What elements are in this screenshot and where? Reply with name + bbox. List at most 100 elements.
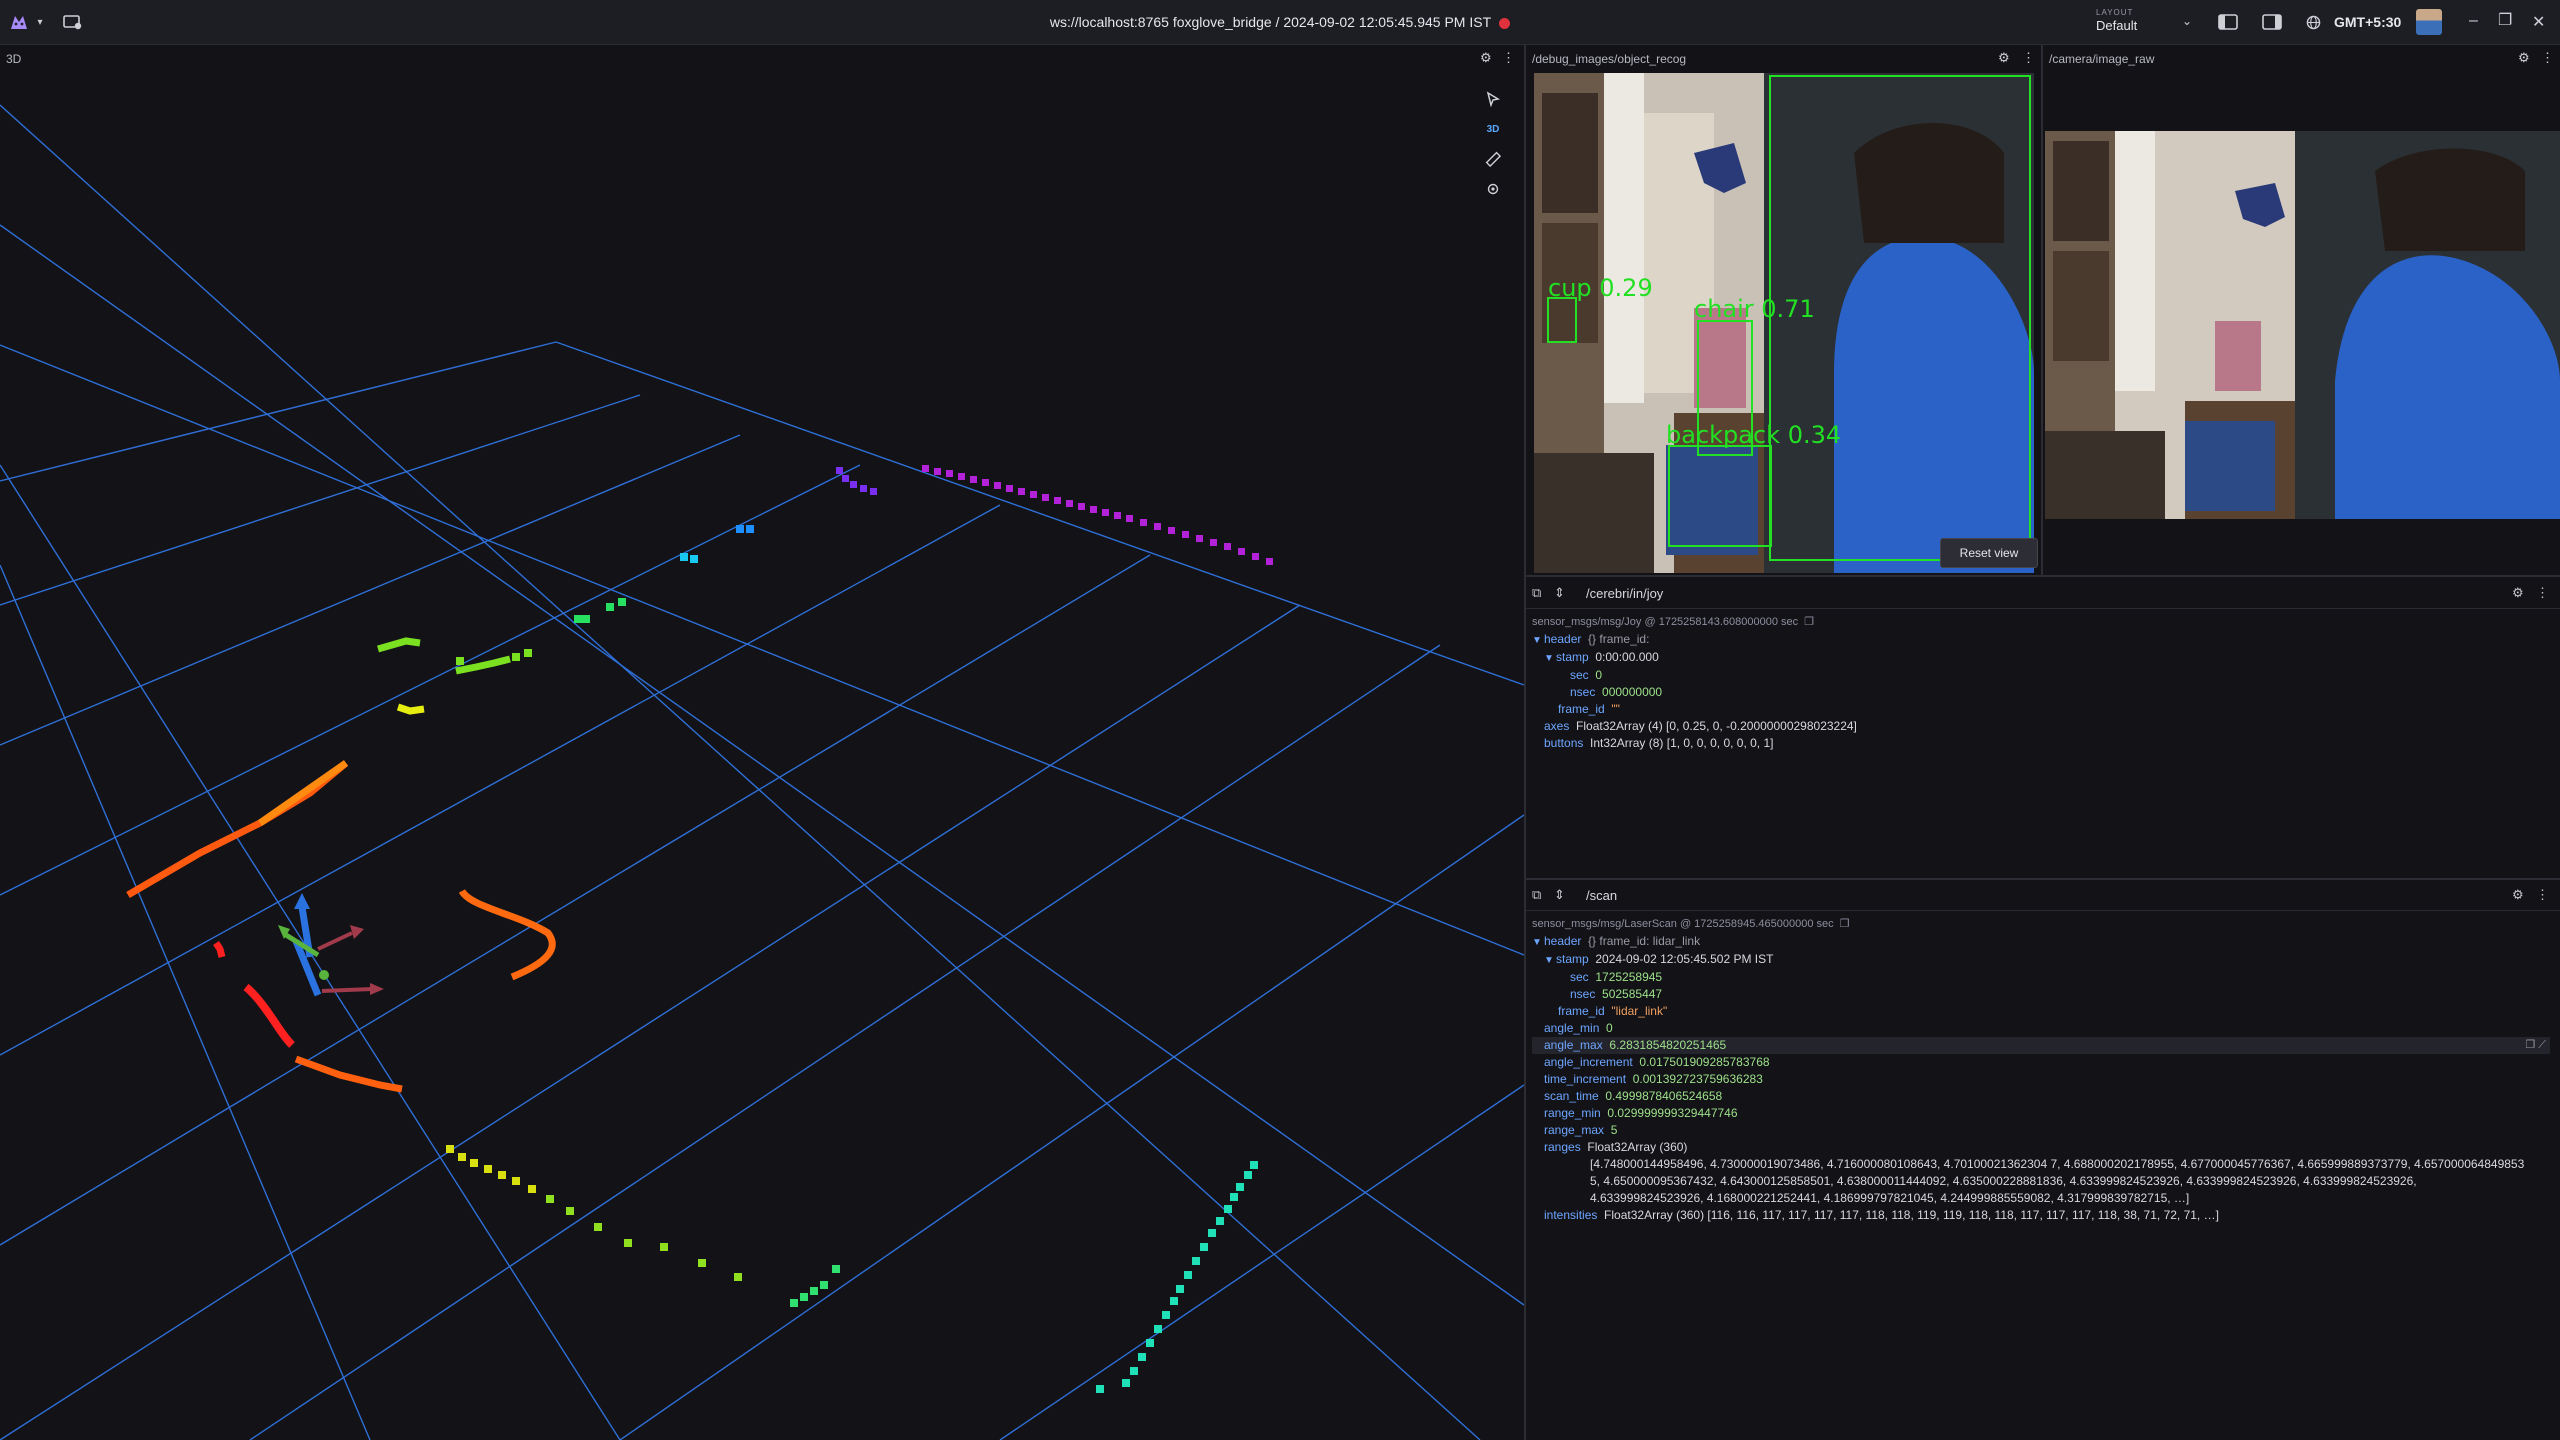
field-key: angle_increment — [1544, 1055, 1633, 1069]
toggle-3d-button[interactable]: 3D — [1478, 115, 1508, 143]
panel-header: ⧉ ⇕ /scan ⚙ ⋮ — [1526, 880, 2560, 911]
detection-label-cup: cup 0.29 — [1548, 274, 1653, 302]
chevron-down-icon[interactable]: ⌄ — [2182, 14, 2192, 28]
maximize-icon[interactable]: ❐ — [2498, 10, 2512, 30]
topic-input[interactable]: /cerebri/in/joy — [1586, 586, 1663, 601]
layout-value: Default — [2096, 18, 2138, 33]
more-vertical-icon[interactable]: ⋮ — [2536, 887, 2549, 903]
right-sidebar-icon[interactable] — [2260, 10, 2284, 34]
field-value: Float32Array (360) — [1587, 1140, 1688, 1154]
field-value: 0.029999999329447746 — [1607, 1106, 1738, 1120]
publish-point-icon[interactable] — [1478, 175, 1508, 203]
panel-header: /camera/image_raw ⚙ ⋮ — [2043, 45, 2560, 71]
field-value: 1725258945 — [1595, 970, 1663, 984]
gear-icon[interactable]: ⚙ — [2512, 887, 2524, 903]
copy-icon[interactable]: ❐ — [1804, 616, 1814, 628]
left-sidebar-icon[interactable] — [2216, 10, 2240, 34]
cursor-icon[interactable] — [1478, 85, 1508, 113]
field-key: angle_min — [1544, 1021, 1600, 1035]
panel-title: 3D — [6, 52, 22, 66]
field-key: stamp — [1556, 952, 1589, 966]
connection-title-text: ws://localhost:8765 foxglove_bridge / 20… — [1049, 14, 1492, 30]
field-key: time_increment — [1544, 1072, 1627, 1086]
camera-scene-image: cup 0.29 chair 0.71 backpack 0.34 — [1534, 73, 2034, 573]
layout-selector[interactable]: LAYOUT Default — [2096, 8, 2196, 38]
expand-triangle-icon[interactable]: ▼ — [1532, 632, 1544, 649]
gear-icon[interactable]: ⚙ — [1480, 50, 1492, 66]
field-value: 0.001392723759636283 — [1632, 1072, 1763, 1086]
panel-header: /debug_images/object_recog ⚙ ⋮ — [1526, 45, 2041, 71]
panel-title: /camera/image_raw — [2049, 52, 2155, 66]
gear-icon[interactable]: ⚙ — [2518, 50, 2530, 66]
field-key: scan_time — [1544, 1089, 1599, 1103]
more-vertical-icon[interactable]: ⋮ — [1502, 50, 1515, 66]
field-key: buttons — [1544, 736, 1584, 750]
object-recog-image[interactable]: cup 0.29 chair 0.71 backpack 0.34 — [1534, 73, 2034, 573]
field-key: range_min — [1544, 1106, 1601, 1120]
expand-collapse-icon[interactable]: ⇕ — [1554, 585, 1565, 601]
panel-header: 3D ⚙ ⋮ — [0, 45, 1524, 71]
expand-triangle-icon[interactable]: ▼ — [1544, 952, 1556, 969]
field-key: range_max — [1544, 1123, 1605, 1137]
expand-triangle-icon[interactable]: ▼ — [1532, 934, 1544, 951]
panel-divider[interactable] — [1526, 575, 2560, 577]
field-value: 0 — [1606, 1021, 1613, 1035]
copy-icon[interactable]: ❐ — [1840, 918, 1850, 930]
field-value: Float32Array (360) [116, 116, 117, 117, … — [1604, 1208, 2219, 1222]
camera-image-panel[interactable]: /camera/image_raw ⚙ ⋮ — [2043, 45, 2560, 575]
ranges-array-value: [4.748000144958496, 4.730000019073486, 4… — [1590, 1157, 2525, 1205]
raw-messages-panel-joy[interactable]: ⧉ ⇕ /cerebri/in/joy ⚙ ⋮ sensor_msgs/msg/… — [1526, 578, 2560, 878]
message-meta: sensor_msgs/msg/LaserScan @ 1725258945.4… — [1532, 918, 1834, 930]
timezone-selector[interactable]: GMT+5:30 — [2334, 14, 2401, 30]
field-key: nsec — [1570, 987, 1596, 1001]
3d-panel[interactable]: 3D ⚙ ⋮ 3D — [0, 45, 1524, 1440]
more-vertical-icon[interactable]: ⋮ — [2541, 50, 2554, 66]
field-key: nsec — [1570, 685, 1596, 699]
connection-status-icon[interactable] — [1499, 17, 1511, 29]
camera-raw-image[interactable] — [2045, 131, 2560, 519]
field-key: header — [1544, 632, 1582, 646]
copy-icon[interactable]: ❐ ⟋ — [2525, 1037, 2546, 1054]
globe-icon[interactable] — [2305, 10, 2321, 34]
field-value: 000000000 — [1602, 685, 1663, 699]
field-value: 0:00:00.000 — [1595, 650, 1659, 664]
field-value: {} frame_id: — [1588, 632, 1650, 646]
close-icon[interactable]: ✕ — [2532, 12, 2545, 32]
expand-collapse-icon[interactable]: ⇕ — [1554, 887, 1565, 903]
field-value: "" — [1611, 702, 1620, 716]
field-key: frame_id — [1558, 702, 1605, 716]
gear-icon[interactable]: ⚙ — [2512, 585, 2524, 601]
expand-triangle-icon[interactable]: ▼ — [1544, 650, 1556, 667]
field-value: 5 — [1610, 1123, 1618, 1137]
field-value: 0 — [1595, 668, 1603, 682]
diff-icon[interactable]: ⧉ — [1532, 887, 1541, 903]
field-value: "lidar_link" — [1611, 1004, 1668, 1018]
field-value: 502585447 — [1602, 987, 1663, 1001]
diff-icon[interactable]: ⧉ — [1532, 585, 1541, 601]
field-key: axes — [1544, 719, 1570, 733]
camera-scene-image — [2045, 131, 2560, 519]
message-meta: sensor_msgs/msg/Joy @ 1725258143.6080000… — [1532, 616, 1799, 628]
reset-view-button[interactable]: Reset view — [1940, 538, 2038, 568]
detection-label-backpack: backpack 0.34 — [1666, 421, 1841, 449]
3d-scene-canvas[interactable] — [0, 45, 1524, 1440]
more-vertical-icon[interactable]: ⋮ — [2022, 50, 2035, 66]
field-key: intensities — [1544, 1208, 1598, 1222]
topic-input[interactable]: /scan — [1586, 888, 1617, 903]
field-key: ranges — [1544, 1140, 1581, 1154]
panel-header: ⧉ ⇕ /cerebri/in/joy ⚙ ⋮ — [1526, 578, 2560, 609]
field-value: 0.017501909285783768 — [1639, 1055, 1770, 1069]
3d-toolbar: 3D — [1478, 85, 1516, 205]
minimize-icon[interactable]: – — [2469, 12, 2478, 30]
field-key: sec — [1570, 970, 1589, 984]
more-vertical-icon[interactable]: ⋮ — [2536, 585, 2549, 601]
field-key: angle_max — [1544, 1038, 1603, 1052]
field-value: 6.2831854820251465 — [1609, 1038, 1727, 1052]
detection-label-chair: chair 0.71 — [1694, 295, 1815, 323]
avatar[interactable] — [2416, 9, 2442, 35]
field-key: header — [1544, 934, 1582, 948]
raw-messages-panel-scan[interactable]: ⧉ ⇕ /scan ⚙ ⋮ sensor_msgs/msg/LaserScan … — [1526, 880, 2560, 1440]
ruler-icon[interactable] — [1478, 145, 1508, 173]
object-recog-image-panel[interactable]: /debug_images/object_recog ⚙ ⋮ cup 0.29 — [1526, 45, 2041, 575]
gear-icon[interactable]: ⚙ — [1998, 50, 2010, 66]
